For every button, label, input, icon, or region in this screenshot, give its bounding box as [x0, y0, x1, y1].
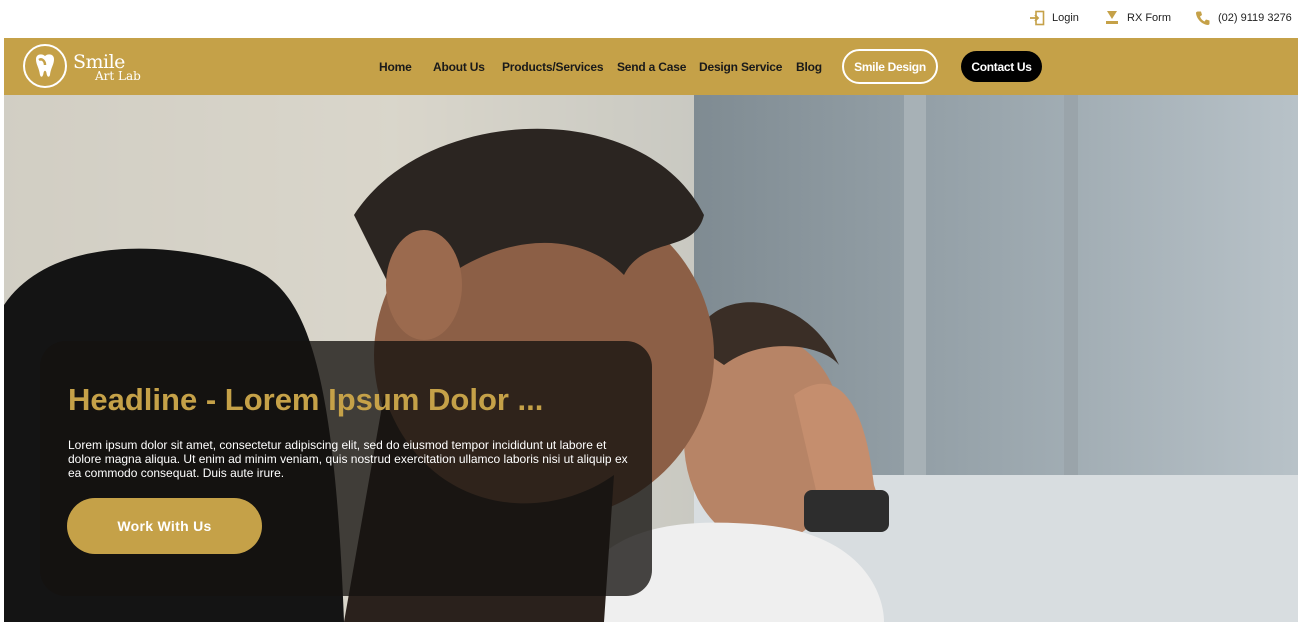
- login-label: Login: [1052, 12, 1079, 24]
- main-navigation: Smile Art Lab Home About Us Products/Ser…: [4, 38, 1298, 95]
- nav-item-send-a-case[interactable]: Send a Case: [617, 60, 686, 74]
- phone-link[interactable]: (02) 9119 3276: [1195, 9, 1292, 27]
- tooth-logo-icon: [23, 44, 67, 88]
- hero-section: Headline - Lorem Ipsum Dolor ... Lorem i…: [4, 95, 1298, 622]
- hero-headline: Headline - Lorem Ipsum Dolor ...: [68, 382, 544, 417]
- nav-item-home[interactable]: Home: [379, 60, 412, 74]
- smile-design-button[interactable]: Smile Design: [842, 49, 938, 84]
- hero-body-text: Lorem ipsum dolor sit amet, consectetur …: [68, 438, 628, 480]
- nav-item-blog[interactable]: Blog: [796, 60, 822, 74]
- contact-us-button[interactable]: Contact Us: [961, 51, 1042, 82]
- rx-form-label: RX Form: [1127, 12, 1171, 24]
- logo[interactable]: Smile Art Lab: [23, 44, 143, 88]
- login-icon: [1029, 10, 1045, 26]
- nav-item-design-service[interactable]: Design Service: [699, 60, 782, 74]
- hero-panel: Headline - Lorem Ipsum Dolor ... Lorem i…: [40, 341, 652, 596]
- brand-name: Smile Art Lab: [73, 46, 143, 86]
- nav-item-products-services[interactable]: Products/Services: [502, 60, 604, 74]
- phone-icon: [1195, 10, 1211, 26]
- phone-label: (02) 9119 3276: [1218, 12, 1292, 24]
- work-with-us-button[interactable]: Work With Us: [67, 498, 262, 554]
- rx-form-link[interactable]: RX Form: [1104, 9, 1171, 27]
- download-icon: [1104, 10, 1120, 26]
- nav-item-about-us[interactable]: About Us: [433, 60, 485, 74]
- login-link[interactable]: Login: [1029, 9, 1079, 27]
- brand-name-line2: Art Lab: [95, 69, 141, 83]
- utility-bar: Login RX Form (02) 9119 3276: [0, 0, 1298, 38]
